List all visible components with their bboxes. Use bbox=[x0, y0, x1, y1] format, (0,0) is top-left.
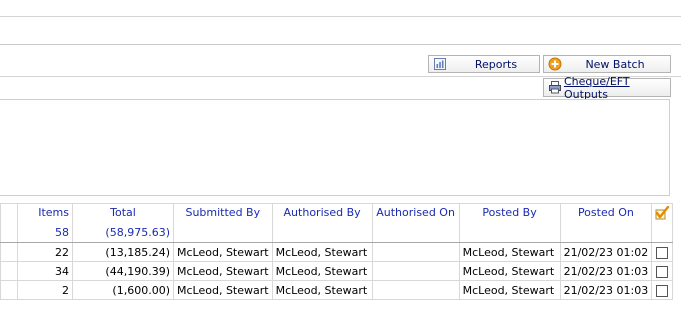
row-authorised-on bbox=[371, 280, 460, 300]
col-blank bbox=[0, 203, 18, 224]
checkmark-icon bbox=[655, 205, 670, 220]
cheque-eft-outputs-button[interactable]: Cheque/EFT Outputs bbox=[543, 75, 671, 101]
table-row[interactable]: 22 (13,185.24) McLeod, Stewart McLeod, S… bbox=[0, 242, 674, 262]
col-posted-on[interactable]: Posted On bbox=[559, 203, 653, 224]
col-items[interactable]: Items bbox=[17, 203, 73, 224]
summary-total: (58,975.63) bbox=[72, 223, 174, 243]
col-select[interactable] bbox=[651, 203, 674, 224]
new-batch-button[interactable]: New Batch bbox=[543, 55, 671, 73]
row-select-checkbox[interactable] bbox=[656, 284, 669, 297]
row-posted-on: 21/02/23 01:03 bbox=[559, 280, 653, 300]
header-row: Items Total Submitted By Authorised By A… bbox=[0, 203, 674, 224]
reports-label: Reports bbox=[474, 57, 518, 71]
row-posted-by: McLeod, Stewart bbox=[458, 242, 561, 262]
row-total: (13,185.24) bbox=[72, 242, 174, 262]
row-authorised-by: McLeod, Stewart bbox=[271, 242, 373, 262]
row-submitted-by: McLeod, Stewart bbox=[173, 242, 273, 262]
row-authorised-by: McLeod, Stewart bbox=[271, 261, 373, 281]
row-items: 2 bbox=[17, 280, 73, 300]
row-submitted-by: McLeod, Stewart bbox=[173, 261, 273, 281]
toolbar-divider bbox=[0, 44, 681, 45]
batch-grid: Items Total Submitted By Authorised By A… bbox=[0, 203, 674, 300]
top-divider bbox=[0, 16, 681, 17]
row-total: (1,600.00) bbox=[72, 280, 174, 300]
report-icon bbox=[434, 58, 446, 70]
col-total[interactable]: Total bbox=[72, 203, 174, 224]
row-posted-by: McLeod, Stewart bbox=[458, 280, 561, 300]
row-items: 22 bbox=[17, 242, 73, 262]
printer-icon bbox=[549, 81, 561, 94]
row-items: 34 bbox=[17, 261, 73, 281]
summary-row: 58 (58,975.63) bbox=[0, 223, 674, 243]
col-authorised-on[interactable]: Authorised On bbox=[371, 203, 460, 224]
col-submitted-by[interactable]: Submitted By bbox=[173, 203, 273, 224]
cheque-eft-outputs-label: Cheque/EFT Outputs bbox=[564, 74, 630, 101]
row-authorised-on bbox=[371, 261, 460, 281]
col-posted-by[interactable]: Posted By bbox=[458, 203, 561, 224]
row-authorised-on bbox=[371, 242, 460, 262]
new-batch-label: New Batch bbox=[585, 57, 645, 71]
row-posted-on: 21/02/23 01:02 bbox=[559, 242, 653, 262]
row-select-checkbox[interactable] bbox=[656, 246, 669, 259]
table-row[interactable]: 2 (1,600.00) McLeod, Stewart McLeod, Ste… bbox=[0, 280, 674, 300]
col-authorised-by[interactable]: Authorised By bbox=[271, 203, 373, 224]
table-row[interactable]: 34 (44,190.39) McLeod, Stewart McLeod, S… bbox=[0, 261, 674, 281]
row-total: (44,190.39) bbox=[72, 261, 174, 281]
batch-detail-panel bbox=[0, 99, 670, 196]
row-posted-by: McLeod, Stewart bbox=[458, 261, 561, 281]
row-authorised-by: McLeod, Stewart bbox=[271, 280, 373, 300]
reports-button[interactable]: Reports bbox=[428, 55, 540, 73]
row-select-checkbox[interactable] bbox=[656, 265, 669, 278]
row-submitted-by: McLeod, Stewart bbox=[173, 280, 273, 300]
row-posted-on: 21/02/23 01:03 bbox=[559, 261, 653, 281]
summary-items: 58 bbox=[17, 223, 73, 243]
